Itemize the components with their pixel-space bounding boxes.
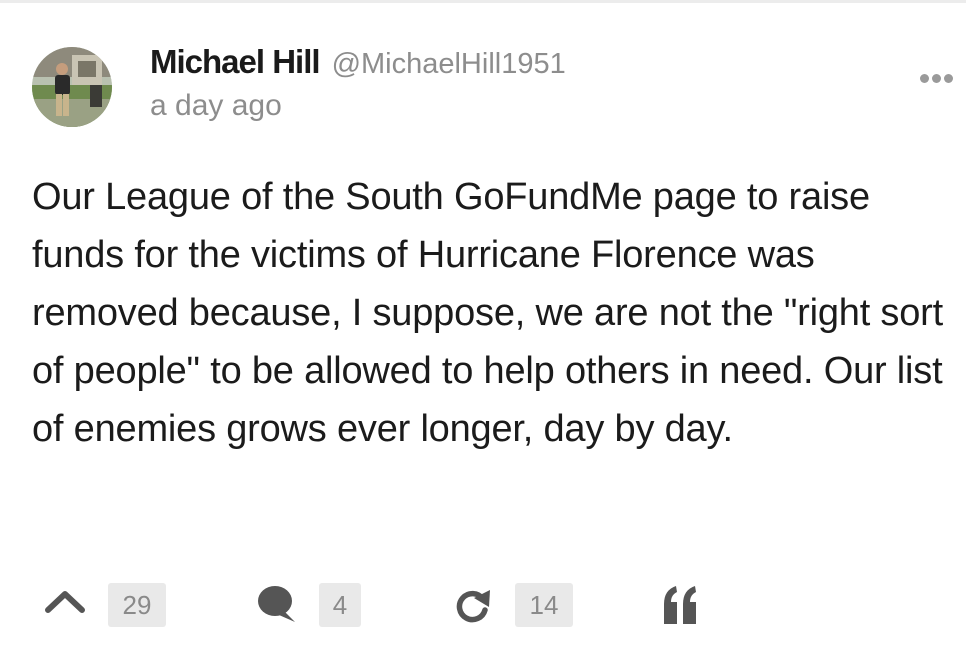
post-timestamp[interactable]: a day ago xyxy=(150,89,282,123)
post-body: Our League of the South GoFundMe page to… xyxy=(32,176,943,450)
comment-count: 4 xyxy=(319,583,361,627)
more-dot xyxy=(920,74,929,83)
author-handle[interactable]: @MichaelHill1951 xyxy=(332,48,566,80)
post-card: Michael Hill @MichaelHill1951 a day ago O… xyxy=(0,0,966,645)
repost-arrow-icon[interactable] xyxy=(452,586,494,629)
avatar-photo xyxy=(32,47,112,127)
upvote-count: 29 xyxy=(108,583,166,627)
more-dot xyxy=(944,74,953,83)
avatar[interactable] xyxy=(32,47,112,127)
comment-bubble-icon[interactable] xyxy=(255,584,297,629)
upvote-chevron-icon[interactable] xyxy=(44,586,86,621)
author-name-text[interactable]: Michael Hill xyxy=(150,43,321,80)
author-name[interactable]: Michael Hill @MichaelHill1951 xyxy=(150,43,566,81)
more-dot xyxy=(932,74,941,83)
action-bar: 29 4 14 xyxy=(0,578,966,634)
quote-icon[interactable] xyxy=(662,584,700,629)
repost-count: 14 xyxy=(515,583,573,627)
more-dots-icon[interactable] xyxy=(914,69,960,89)
